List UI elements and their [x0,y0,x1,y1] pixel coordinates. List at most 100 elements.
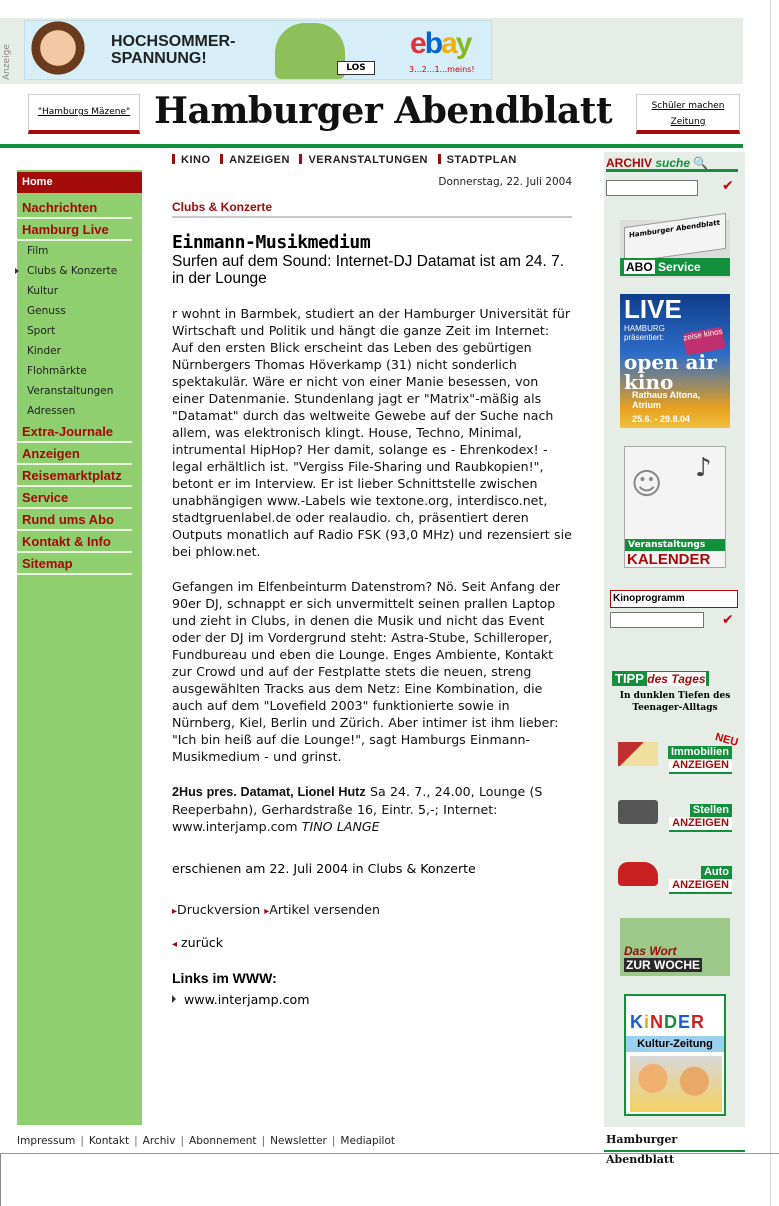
live-open-air-kino-ad[interactable]: LIVE HAMBURG präsentiert: zeise kinos op… [620,294,730,428]
nav-sub-clubs-konzerte[interactable]: Clubs & Konzerte [15,261,142,281]
back-row: ◂ zurück [172,935,572,950]
nav-service[interactable]: Service [17,487,132,509]
abo-service-label: ABO Service [620,258,730,276]
kinder-kultur-zeitung-link[interactable]: KiNDER Kultur-Zeitung [624,994,726,1116]
topnav-stadtplan[interactable]: STADTPLAN [447,154,517,166]
nav-sub-flohmaerkte[interactable]: Flohmärkte [17,361,142,381]
send-article-link[interactable]: Artikel versenden [269,902,380,917]
footer-kontakt[interactable]: Kontakt [89,1135,129,1147]
page-edge [770,0,771,1206]
bullet-triangle-icon [172,995,176,1003]
immobilien-label: Immobilien [667,746,732,759]
event-info-title: 2Hus pres. Datamat, Lionel Hutz [172,785,366,799]
auto-anzeigen-link[interactable]: Auto ANZEIGEN [614,854,738,894]
article-actions: ▸Druckversion ▸Artikel versenden [172,902,572,917]
left-nav: Home Nachrichten Hamburg Live Film Clubs… [15,170,142,1125]
topnav-veranstaltungen[interactable]: VERANSTALTUNGEN [308,154,428,166]
live-dates: 25.6. - 29.8.04 [632,414,691,424]
kinoprogramm-submit-check-icon[interactable]: ✔ [722,612,734,628]
back-link[interactable]: zurück [181,935,223,950]
auto-anzeigen-label: ANZEIGEN [669,879,732,894]
ebay-banner[interactable]: HOCHSOMMER-SPANNUNG! LOS ebay 3...2...1.… [24,20,492,80]
stellen-anzeigen-label: ANZEIGEN [669,817,732,832]
nav-home[interactable]: Home [17,172,142,193]
article-date: Donnerstag, 22. Juli 2004 [438,176,572,188]
archiv-submit-check-icon[interactable]: ✔ [722,178,734,194]
nav-rund-ums-abo[interactable]: Rund ums Abo [17,509,132,531]
stellen-anzeigen-link[interactable]: Stellen ANZEIGEN [614,792,738,832]
auto-label: Auto [700,866,732,879]
nav-sub-adressen[interactable]: Adressen [17,401,142,421]
kinoprogramm-title: Kinoprogramm [610,590,738,608]
nav-separator [220,154,224,164]
magnifier-icon: 🔍 [693,156,709,170]
site-logo[interactable]: Hamburger Abendblatt [154,90,613,132]
immobilien-anzeigen-link[interactable]: NEU Immobilien ANZEIGEN [614,731,739,774]
nav-nachrichten[interactable]: Nachrichten [17,197,132,219]
banner-los-button[interactable]: LOS [337,61,375,75]
tipp-title: TIPP des Tages [612,671,709,686]
yoda-figure-image [275,23,345,79]
nav-separator [299,154,303,164]
tipp-des-tages-link[interactable]: TIPP des Tages In dunklen Tiefen des Tee… [612,670,738,714]
schueler-machen-zeitung-link[interactable]: Schüler machen Zeitung [652,101,725,127]
footer-impressum[interactable]: Impressum [17,1135,75,1147]
nav-separator [172,154,175,164]
event-info: 2Hus pres. Datamat, Lionel Hutz Sa 24. 7… [172,783,572,835]
article-paragraph-2: Gefangen im Elfenbeinturm Datenstrom? Nö… [172,579,561,764]
schueler-machen-zeitung-box[interactable]: Schüler machen Zeitung [636,94,740,134]
nav-kontakt-info[interactable]: Kontakt & Info [17,531,132,553]
archiv-search-title: ARCHIV suche 🔍 [606,156,738,172]
zur-woche-label: ZUR WOCHE [624,958,702,972]
banner-tagline: 3...2...1...meins! [409,65,475,74]
links-heading: Links im WWW: [172,970,277,986]
www-link-row: www.interjamp.com [172,992,572,1007]
abo-service-link[interactable]: Hamburger Abendblatt ABO Service [620,212,730,278]
theater-masks-icon: ☺ [631,467,663,502]
topnav-kino[interactable]: KINO [181,154,211,166]
footer-mediapilot[interactable]: Mediapilot [340,1135,395,1147]
article-title: Einmann-Musikmedium [172,232,371,253]
topnav-anzeigen[interactable]: ANZEIGEN [229,154,290,166]
top-nav: KINO ANZEIGEN VERANSTALTUNGEN STADTPLAN [172,154,517,166]
nav-reisemarktplatz[interactable]: Reisemarktplatz [17,465,132,487]
live-title: LIVE [624,294,682,324]
kinoprogramm-input[interactable] [610,612,704,628]
footer-logo[interactable]: Hamburger Abendblatt [604,1130,745,1166]
footer-abonnement[interactable]: Abonnement [189,1135,257,1147]
immobilien-anzeigen-label: ANZEIGEN [669,759,732,774]
masthead: "Hamburgs Mäzene" Hamburger Abendblatt S… [0,84,743,148]
hamburgs-maezene-box[interactable]: "Hamburgs Mäzene" [28,94,140,134]
bottom-divider [0,1153,779,1154]
nav-sub-film[interactable]: Film [17,241,142,261]
article-author: TINO LANGE [301,819,380,834]
live-location: Rathaus Altona, Atrium [632,390,701,410]
veranstaltungs-kalender-link[interactable]: ☺ ♪ Veranstaltungs KALENDER [624,446,726,568]
tipp-text: In dunklen Tiefen des Teenager-Alltags [619,691,731,713]
kalender-label: Veranstaltungs [625,539,725,551]
nav-anzeigen[interactable]: Anzeigen [17,443,132,465]
car-icon [618,862,658,886]
nav-sub-kultur[interactable]: Kultur [17,281,142,301]
ad-label: Anzeige [2,44,12,80]
footer-archiv[interactable]: Archiv [143,1135,176,1147]
das-wort-zur-woche-link[interactable]: Das Wort ZUR WOCHE [620,918,730,976]
nav-extra-journale[interactable]: Extra-Journale [17,421,132,443]
hamburgs-maezene-link[interactable]: "Hamburgs Mäzene" [38,107,130,117]
music-note-icon: ♪ [695,453,712,483]
archiv-search-input[interactable] [606,180,698,196]
nav-sub-kinder[interactable]: Kinder [17,341,142,361]
published-note: erschienen am 22. Juli 2004 in Clubs & K… [172,861,476,876]
article-paragraph-1: r wohnt in Barmbek, studiert an der Hamb… [172,306,572,559]
ebay-logo: ebay [410,27,472,60]
footer-newsletter[interactable]: Newsletter [270,1135,327,1147]
kalender-title: KALENDER [627,551,711,568]
nav-hamburg-live[interactable]: Hamburg Live [17,219,132,241]
nav-sub-sport[interactable]: Sport [17,321,142,341]
nav-sitemap[interactable]: Sitemap [17,553,132,575]
www-link-interjamp[interactable]: www.interjamp.com [184,992,309,1007]
nav-sub-genuss[interactable]: Genuss [17,301,142,321]
nav-sub-veranstaltungen[interactable]: Veranstaltungen [17,381,142,401]
print-link[interactable]: Druckversion [177,902,260,917]
kinder-subtitle: Kultur-Zeitung [626,1036,724,1052]
